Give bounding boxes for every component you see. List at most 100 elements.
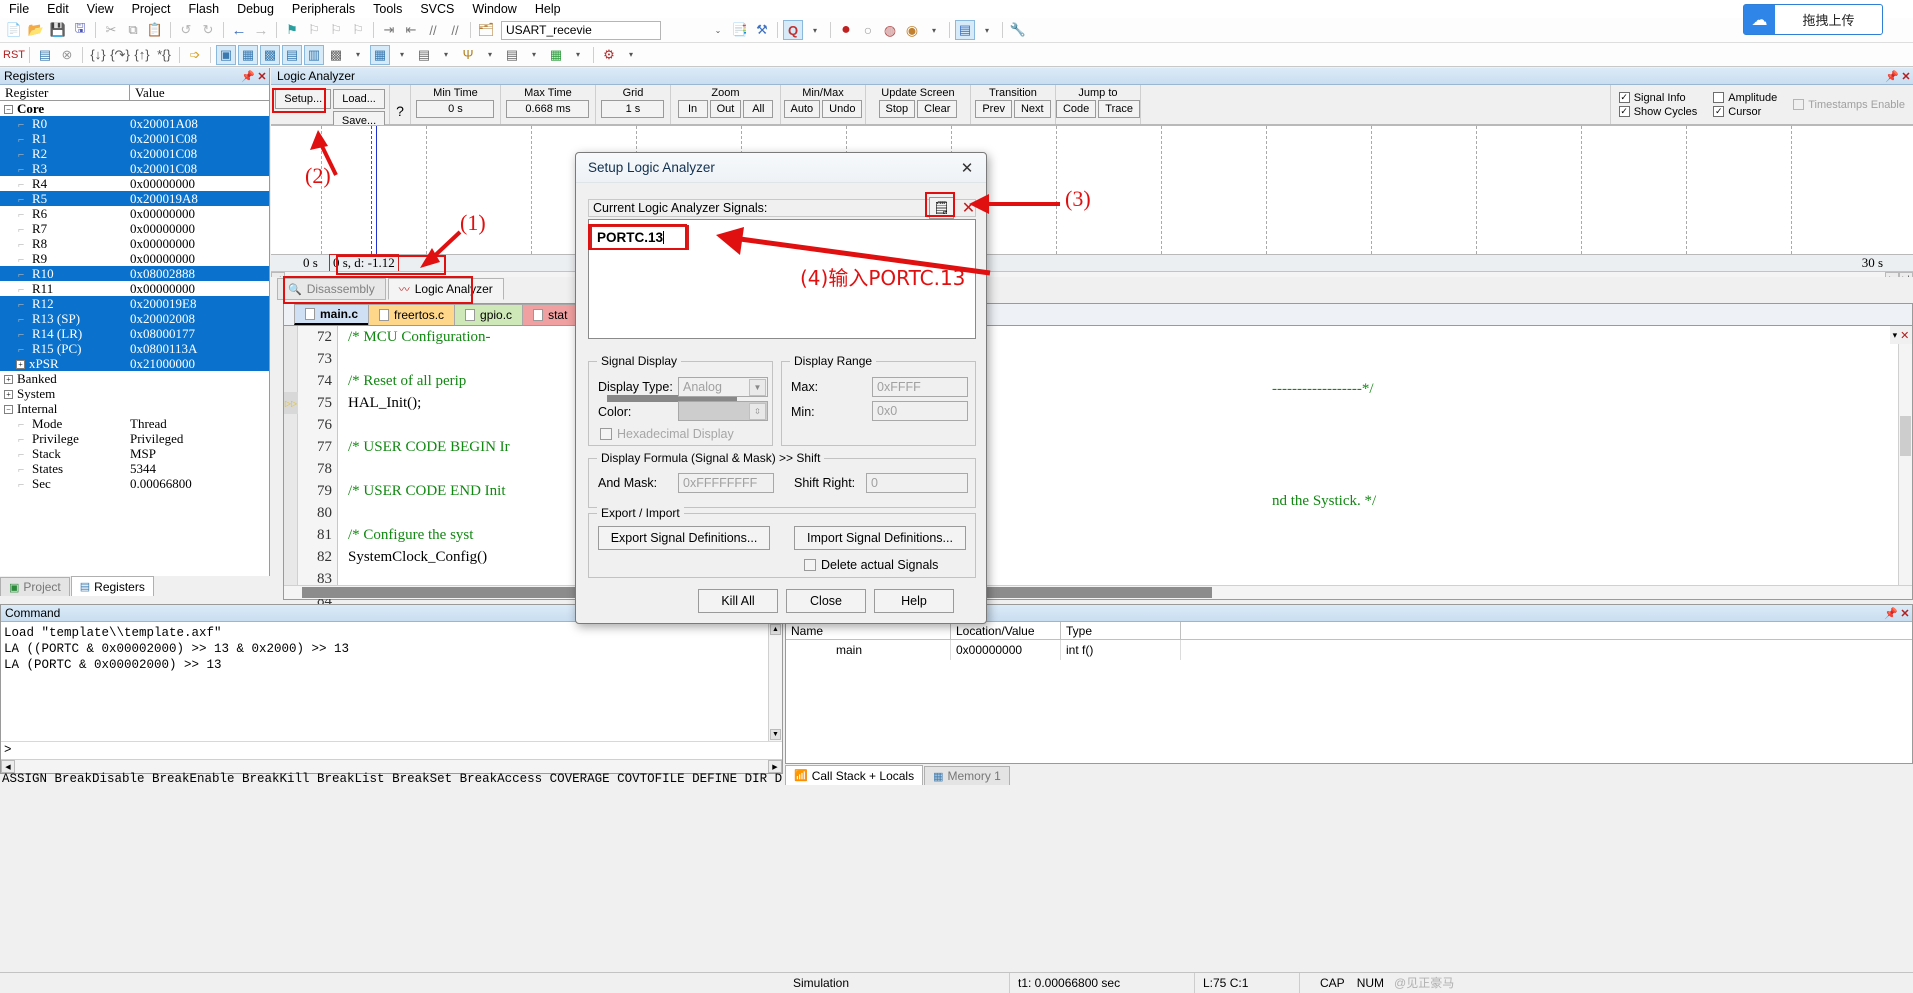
paste-icon[interactable]: 📋: [145, 20, 165, 40]
register-row[interactable]: ⌐ R0 0x20001A08: [0, 116, 269, 131]
la-button-prev[interactable]: Prev: [975, 100, 1012, 118]
menu-item-svcs[interactable]: SVCS: [411, 1, 463, 17]
color-select[interactable]: ⇳: [678, 401, 768, 421]
editor-gutter[interactable]: ▷▷: [284, 326, 298, 599]
window-layout-arrow[interactable]: ▾: [977, 20, 997, 40]
menu-item-debug[interactable]: Debug: [228, 1, 283, 17]
editor-tab-dropdown-icon[interactable]: ▾: [1893, 330, 1898, 341]
la-button-out[interactable]: Out: [709, 100, 742, 118]
reset-icon[interactable]: RST: [3, 45, 25, 65]
open-file-icon[interactable]: 📂: [26, 20, 46, 40]
delete-actual-signals-checkbox[interactable]: Delete actual Signals: [804, 558, 938, 572]
save-icon[interactable]: 💾: [48, 20, 68, 40]
left-tab-project[interactable]: ▣ Project: [0, 577, 70, 596]
tree-toggle-icon[interactable]: +: [4, 390, 13, 400]
cut-icon[interactable]: ✂: [101, 20, 121, 40]
la-checkbox-cursor[interactable]: ✓ Cursor: [1713, 106, 1777, 118]
bookmark-next-icon[interactable]: ⚐: [326, 20, 346, 40]
editor-tab-stat[interactable]: stat: [522, 304, 579, 325]
la-checkbox-show-cycles[interactable]: ✓ Show Cycles: [1618, 106, 1697, 118]
register-row[interactable]: ⌐ R3 0x20001C08: [0, 161, 269, 176]
project-target-combo[interactable]: USART_recevie: [501, 20, 661, 40]
export-signal-definitions-button[interactable]: Export Signal Definitions...: [598, 526, 770, 550]
left-tab-registers[interactable]: ▤ Registers: [70, 576, 154, 596]
register-row[interactable]: ⌐ R7 0x00000000: [0, 221, 269, 236]
view-tab-disassembly[interactable]: 🔍 Disassembly: [277, 278, 386, 300]
register-row[interactable]: ⌐ R12 0x200019E8: [0, 296, 269, 311]
breakpoint-enable-icon[interactable]: ◉: [902, 20, 922, 40]
callstack-column-type[interactable]: Type: [1061, 621, 1181, 640]
la-field[interactable]: 1 s: [601, 100, 665, 118]
la-button-auto[interactable]: Auto: [783, 100, 821, 118]
la-button-in[interactable]: In: [677, 100, 708, 118]
menu-item-edit[interactable]: Edit: [38, 1, 78, 17]
help-button[interactable]: Help: [874, 589, 954, 613]
tree-toggle-icon[interactable]: +: [4, 375, 13, 385]
bookmark-prev-icon[interactable]: ⚐: [304, 20, 324, 40]
pin-icon[interactable]: 📌: [1885, 70, 1899, 83]
trace-window-icon[interactable]: ▤: [502, 45, 522, 65]
indent-icon[interactable]: ⇥: [379, 20, 399, 40]
close-icon[interactable]: ✕: [1898, 607, 1912, 620]
la-field[interactable]: 0.668 ms: [506, 100, 590, 118]
menu-item-file[interactable]: File: [0, 1, 38, 17]
comment-icon[interactable]: //: [423, 20, 443, 40]
la-checkbox-timestamps-enable[interactable]: Timestamps Enable: [1793, 99, 1905, 111]
back-icon[interactable]: ←: [229, 20, 249, 40]
upload-button[interactable]: ☁ 拖拽上传: [1743, 4, 1883, 35]
show-next-statement-icon[interactable]: ➩: [185, 45, 205, 65]
callstack-row[interactable]: main 0x00000000 int f(): [786, 640, 1912, 660]
registers-window-icon[interactable]: ▤: [282, 44, 302, 65]
kill-all-button[interactable]: Kill All: [698, 589, 778, 613]
copy-icon[interactable]: ⧉: [123, 20, 143, 40]
callstack-window-icon[interactable]: ▥: [304, 44, 324, 65]
step-out-icon[interactable]: {↑}: [132, 45, 152, 65]
register-row[interactable]: ⌐ Privilege Privileged: [0, 431, 269, 446]
target-options-icon[interactable]: 🗂: [476, 20, 496, 40]
register-row[interactable]: ⌐ Sec 0.00066800: [0, 476, 269, 491]
memory-window-icon[interactable]: ▦: [370, 44, 390, 65]
la-cursor-line[interactable]: [371, 126, 372, 254]
la-button-stop[interactable]: Stop: [878, 100, 916, 118]
la-button-next[interactable]: Next: [1013, 100, 1051, 118]
la-button-clear[interactable]: Clear: [917, 100, 958, 118]
delete-signal-icon[interactable]: ✕: [956, 197, 981, 219]
menu-item-flash[interactable]: Flash: [179, 1, 228, 17]
tree-toggle-icon[interactable]: +: [16, 360, 25, 370]
tree-toggle-icon[interactable]: −: [4, 405, 13, 415]
register-row[interactable]: ⌐ States 5344: [0, 461, 269, 476]
register-row[interactable]: ⌐ R13 (SP) 0x20002008: [0, 311, 269, 326]
forward-icon[interactable]: →: [251, 20, 271, 40]
target-dropdown-arrow[interactable]: ⌄: [708, 20, 728, 40]
register-row[interactable]: ⌐ R10 0x08002888: [0, 266, 269, 281]
register-row[interactable]: + System: [0, 386, 269, 401]
serial-window-icon[interactable]: ▤: [414, 45, 434, 65]
import-signal-definitions-button[interactable]: Import Signal Definitions...: [794, 526, 966, 550]
window-layout-icon[interactable]: ▤: [955, 20, 975, 40]
command-scroll-up-icon[interactable]: ▲: [770, 624, 781, 635]
register-row[interactable]: ⌐ Mode Thread: [0, 416, 269, 431]
redo-icon[interactable]: ↻: [198, 20, 218, 40]
la-button-undo[interactable]: Undo: [822, 100, 863, 118]
close-button[interactable]: Close: [786, 589, 866, 613]
register-row[interactable]: ⌐ R14 (LR) 0x08000177: [0, 326, 269, 341]
editor-tab-freertos-c[interactable]: freertos.c: [368, 304, 456, 325]
editor-tab-close-icon[interactable]: ✕: [1900, 329, 1909, 342]
pin-icon[interactable]: 📌: [241, 70, 255, 83]
new-signal-icon[interactable]: 🗒: [929, 197, 954, 219]
command-horizontal-scrollbar[interactable]: ◀ ▶: [1, 759, 782, 773]
register-row[interactable]: ⌐ Stack MSP: [0, 446, 269, 461]
and-mask-input[interactable]: 0xFFFFFFFF: [678, 473, 774, 493]
la-button-all[interactable]: All: [743, 100, 774, 118]
save-all-icon[interactable]: 🖫: [70, 20, 90, 40]
menu-item-peripherals[interactable]: Peripherals: [283, 1, 364, 17]
trace-window-arrow[interactable]: ▾: [524, 45, 544, 65]
dialog-close-icon[interactable]: ✕: [954, 157, 980, 179]
watch-window-arrow[interactable]: ▾: [348, 45, 368, 65]
bookmark-clear-icon[interactable]: ⚐: [348, 20, 368, 40]
command-vertical-scrollbar[interactable]: ▲ ▼: [768, 623, 782, 741]
min-input[interactable]: 0x0: [872, 401, 968, 421]
tree-toggle-icon[interactable]: −: [4, 105, 13, 115]
watch-window-icon[interactable]: ▩: [326, 45, 346, 65]
register-row[interactable]: ⌐ R11 0x00000000: [0, 281, 269, 296]
